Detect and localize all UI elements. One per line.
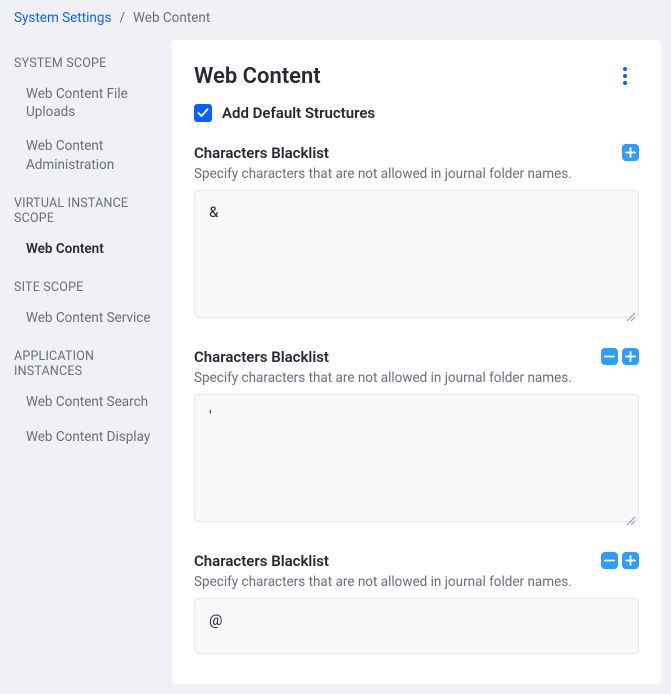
sidebar-item-web-content[interactable]: Web Content [10, 232, 164, 266]
sidebar-group-title: SITE SCOPE [14, 280, 160, 295]
blacklist-field: Characters Blacklist Specify characters … [194, 552, 639, 658]
sidebar-item-web-content-administration[interactable]: Web Content Administration [10, 129, 164, 181]
blacklist-textarea[interactable] [194, 598, 639, 654]
settings-card: Web Content Add Default Structures Chara… [172, 40, 661, 684]
add-field-button[interactable] [622, 144, 639, 161]
remove-field-button[interactable] [601, 348, 618, 365]
blacklist-field: Characters Blacklist Specify characters … [194, 144, 639, 322]
field-help: Specify characters that are not allowed … [194, 574, 639, 590]
blacklist-textarea[interactable] [194, 190, 639, 318]
sidebar-item-web-content-display[interactable]: Web Content Display [10, 420, 164, 454]
breadcrumb-root-link[interactable]: System Settings [14, 10, 111, 26]
breadcrumb-current: Web Content [133, 10, 210, 26]
breadcrumb-separator: / [119, 10, 125, 26]
field-label: Characters Blacklist [194, 552, 329, 570]
plus-icon [625, 555, 636, 566]
sidebar-group-title: APPLICATION INSTANCES [14, 349, 160, 379]
blacklist-field: Characters Blacklist Specify characters … [194, 348, 639, 526]
field-label: Characters Blacklist [194, 144, 329, 162]
add-field-button[interactable] [622, 552, 639, 569]
sidebar-group-title: VIRTUAL INSTANCE SCOPE [14, 196, 160, 226]
sidebar-group-title: SYSTEM SCOPE [14, 56, 160, 71]
sidebar: SYSTEM SCOPE Web Content File Uploads We… [0, 36, 168, 454]
sidebar-item-web-content-service[interactable]: Web Content Service [10, 301, 164, 335]
field-label: Characters Blacklist [194, 348, 329, 366]
checkmark-icon [197, 107, 209, 119]
field-help: Specify characters that are not allowed … [194, 166, 639, 182]
plus-icon [625, 147, 636, 158]
add-field-button[interactable] [622, 348, 639, 365]
remove-field-button[interactable] [601, 552, 618, 569]
sidebar-item-web-content-file-uploads[interactable]: Web Content File Uploads [10, 77, 164, 129]
more-actions-button[interactable] [611, 62, 639, 90]
page-title: Web Content [194, 64, 321, 89]
blacklist-textarea[interactable] [194, 394, 639, 522]
minus-icon [604, 351, 615, 362]
breadcrumb: System Settings / Web Content [0, 0, 671, 36]
field-help: Specify characters that are not allowed … [194, 370, 639, 386]
plus-icon [625, 351, 636, 362]
sidebar-item-web-content-search[interactable]: Web Content Search [10, 385, 164, 419]
minus-icon [604, 555, 615, 566]
add-default-structures-checkbox[interactable] [194, 104, 212, 122]
add-default-structures-label: Add Default Structures [222, 104, 375, 122]
